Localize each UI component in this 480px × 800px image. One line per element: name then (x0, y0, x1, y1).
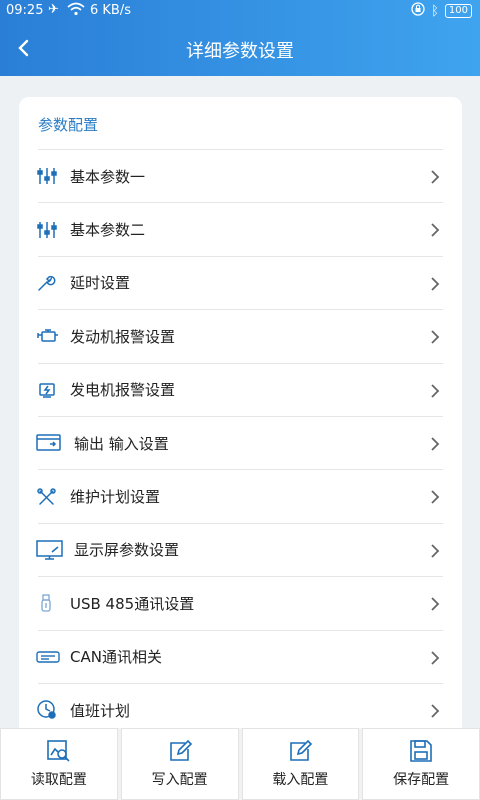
lock-rotation-icon (411, 2, 425, 20)
menu-item-label: 延时设置 (70, 274, 131, 293)
chevron-right-icon (431, 277, 440, 291)
write-config-icon (169, 739, 192, 761)
chevron-right-icon (431, 223, 440, 238)
schedule-icon (36, 699, 62, 721)
io-icon (36, 432, 66, 454)
menu-item-label: 维护计划设置 (70, 488, 161, 507)
generator-icon (36, 379, 62, 401)
menu-item-label: CAN通讯相关 (70, 648, 162, 667)
chevron-right-icon (431, 544, 440, 558)
chevron-right-icon (431, 383, 440, 398)
chevron-right-icon (431, 597, 440, 611)
chevron-right-icon (431, 170, 440, 184)
status-right: ᛒ 100 (411, 2, 472, 20)
menu-item-label: 基本参数一 (70, 167, 146, 186)
menu-item-label: 显示屏参数设置 (74, 541, 180, 560)
usb-icon (36, 592, 62, 614)
save-config-button[interactable]: 保存配置 (362, 728, 480, 800)
write-config-label: 写入配置 (151, 772, 208, 788)
menu-item-display-params[interactable]: 显示屏参数设置 (36, 522, 443, 576)
engine-icon (36, 325, 62, 347)
network-speed: 6 KB/s (90, 3, 131, 18)
menu-item-engine-alarm[interactable]: 发动机报警设置 (36, 309, 443, 362)
can-icon (36, 646, 62, 668)
tools-icon (36, 486, 62, 508)
menu-item-label: USB 485通讯设置 (70, 594, 195, 613)
sliders-icon (36, 219, 62, 241)
battery-indicator: 100 (444, 4, 472, 18)
settings-menu: 基本参数一 基本参数二 延时设置 发动机报警设置 发电机报警设置 输出 输入设置… (36, 149, 443, 736)
menu-item-label: 发电机报警设置 (70, 381, 176, 400)
menu-item-basic-params-2[interactable]: 基本参数二 (36, 202, 443, 255)
app-header: 09:25 ✈ 6 KB/s ᛒ 100 详细参数设置 (0, 0, 480, 76)
settings-card: 参数配置 基本参数一 基本参数二 延时设置 发动机报警设置 发电机报警设置 输出… (19, 97, 462, 747)
load-config-icon (290, 739, 313, 761)
bottom-action-bar: 读取配置 写入配置 载入配置 保存配置 (0, 728, 480, 800)
wrench-icon (36, 272, 62, 294)
menu-item-maintenance-plan[interactable]: 维护计划设置 (36, 469, 443, 522)
status-time: 09:25 (6, 3, 44, 18)
read-config-icon (47, 740, 70, 762)
menu-item-generator-alarm[interactable]: 发电机报警设置 (36, 362, 443, 416)
menu-item-label: 值班计划 (70, 701, 131, 720)
bluetooth-icon: ᛒ (431, 3, 439, 19)
menu-item-delay-settings[interactable]: 延时设置 (36, 255, 443, 309)
write-config-button[interactable]: 写入配置 (120, 728, 239, 800)
chevron-right-icon (431, 330, 440, 344)
page-title: 详细参数设置 (186, 41, 294, 62)
wifi-icon (67, 1, 85, 21)
load-config-button[interactable]: 载入配置 (241, 728, 360, 800)
status-bar: 09:25 ✈ 6 KB/s ᛒ 100 (0, 0, 480, 22)
chevron-right-icon (431, 650, 440, 665)
menu-item-label: 发动机报警设置 (70, 327, 176, 346)
chevron-right-icon (431, 490, 440, 504)
menu-item-basic-params-1[interactable]: 基本参数一 (36, 149, 443, 202)
save-config-icon (410, 740, 432, 762)
read-config-button[interactable]: 读取配置 (0, 728, 118, 800)
menu-item-label: 基本参数二 (70, 221, 146, 240)
menu-item-usb-485[interactable]: USB 485通讯设置 (38, 576, 443, 629)
read-config-label: 读取配置 (30, 772, 87, 788)
sliders-icon (36, 165, 62, 187)
section-title: 参数配置 (38, 116, 99, 134)
menu-item-io-settings[interactable]: 输出 输入设置 (36, 415, 443, 469)
menu-item-can-comm[interactable]: CAN通讯相关 (36, 629, 443, 683)
save-config-label: 保存配置 (393, 772, 450, 788)
load-config-label: 载入配置 (272, 772, 329, 788)
chevron-right-icon (431, 704, 440, 718)
chevron-right-icon (431, 437, 440, 451)
monitor-icon (36, 539, 66, 561)
menu-item-label: 输出 输入设置 (74, 434, 169, 453)
airplane-icon: ✈ (48, 2, 59, 17)
